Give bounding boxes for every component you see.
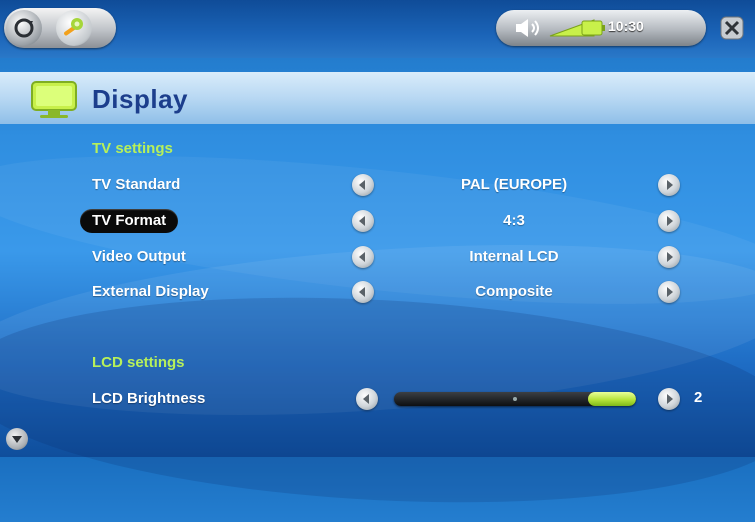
clock: 10:30 (608, 18, 644, 34)
tv-standard-right-arrow-icon[interactable] (658, 174, 680, 196)
lcd-brightness-slider[interactable] (394, 392, 636, 406)
refresh-glyph (14, 18, 34, 38)
tv-format-label[interactable]: TV Format (80, 209, 179, 233)
tv-standard-left-arrow-icon[interactable] (352, 174, 374, 196)
page-title: Display (92, 84, 188, 114)
tv-format-right-arrow-icon[interactable] (658, 210, 680, 232)
tv-standard-value: PAL (EUROPE) (460, 176, 568, 193)
slider-midpoint-marker (513, 397, 517, 401)
video-output-left-arrow-icon[interactable] (352, 246, 374, 268)
video-output-right-arrow-icon[interactable] (658, 246, 680, 268)
lcd-brightness-slider-fill (587, 392, 636, 406)
tv-settings-section-label: TV settings (92, 140, 173, 157)
lcd-brightness-value: 2 (694, 389, 703, 406)
tools-glyph (64, 18, 83, 36)
refresh-icon[interactable] (6, 10, 42, 46)
tv-format-left-arrow-icon[interactable] (352, 210, 374, 232)
lcd-brightness-label[interactable]: LCD Brightness (92, 390, 205, 407)
monitor-icon (26, 78, 82, 120)
speaker-icon[interactable] (514, 18, 544, 38)
video-output-value: Internal LCD (469, 248, 559, 265)
external-display-value: Composite (475, 283, 553, 300)
tv-format-value: 4:3 (503, 212, 525, 229)
lcd-settings-section-label: LCD settings (92, 354, 185, 371)
lcd-brightness-left-arrow-icon[interactable] (356, 388, 378, 410)
battery-icon (562, 20, 606, 36)
lcd-brightness-right-arrow-icon[interactable] (658, 388, 680, 410)
external-display-label[interactable]: External Display (92, 283, 209, 300)
close-icon[interactable] (716, 12, 748, 44)
down-arrow-icon[interactable] (6, 428, 28, 450)
settings-tools-icon[interactable] (56, 10, 92, 46)
external-display-right-arrow-icon[interactable] (658, 281, 680, 303)
video-output-label[interactable]: Video Output (92, 248, 186, 265)
tv-standard-label[interactable]: TV Standard (92, 176, 180, 193)
external-display-left-arrow-icon[interactable] (352, 281, 374, 303)
